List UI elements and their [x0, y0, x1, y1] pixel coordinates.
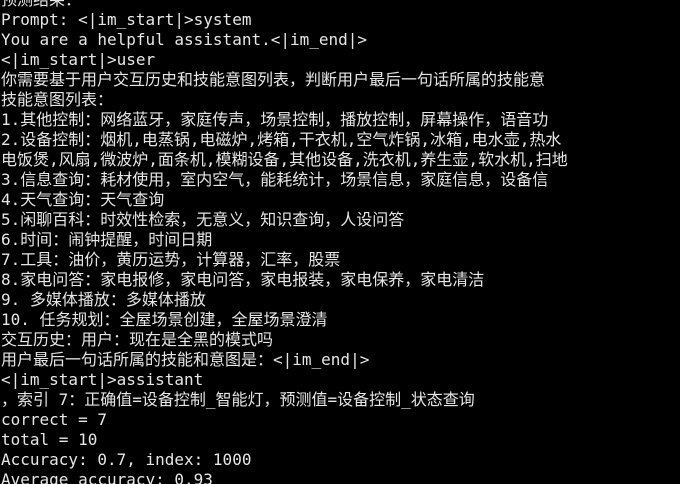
terminal-line: 8.家电问答：家电报修，家电问答，家电报装，家电保养，家电清洁 — [1, 270, 485, 289]
terminal-line: correct = 7 — [1, 410, 107, 429]
terminal-line: Average accuracy: 0.93 — [1, 470, 213, 484]
terminal-line: 7.工具：油价，黄历运势，计算器，汇率，股票 — [1, 250, 341, 269]
terminal-line: 预测结果： — [0, 0, 680, 10]
terminal-line: 技能意图列表： — [1, 90, 114, 109]
terminal-line: Accuracy: 0.7, index: 1000 — [1, 450, 252, 469]
terminal-line: 4.天气查询：天气查询 — [1, 190, 165, 209]
terminal-line: 5.闲聊百科：时效性检索，无意义，知识查询，人设问答 — [1, 210, 405, 229]
terminal-output: 预测结果： Prompt: <|im_start|>system You are… — [0, 0, 680, 484]
terminal-line: total = 10 — [1, 430, 98, 449]
terminal-line: 交互历史：用户：现在是全黑的模式吗 — [1, 330, 274, 349]
terminal-line: <|im_start|>user — [1, 50, 156, 69]
terminal-line: <|im_start|>assistant — [1, 370, 204, 389]
terminal-line: 3.信息查询：耗材使用，室内空气，能耗统计，场景信息，家庭信息，设备信 — [1, 170, 549, 189]
terminal-line: 2.设备控制：烟机,电蒸锅,电磁炉,烤箱,干衣机,空气炸锅,冰箱,电水壶,热水 — [1, 130, 562, 149]
terminal-line: 6.时间：闹钟提醒，时间日期 — [1, 230, 213, 249]
terminal-line: 用户最后一句话所属的技能和意图是：<|im_end|> — [1, 350, 370, 369]
terminal-line: 10. 任务规划：全屋场景创建，全屋场景澄清 — [1, 310, 328, 329]
terminal-line: 你需要基于用户交互历史和技能意图列表，判断用户最后一句话所属的技能意 — [1, 70, 546, 89]
terminal-line: 电饭煲,风扇,微波炉,面条机,模糊设备,其他设备,洗衣机,养生壶,软水机,扫地 — [1, 150, 568, 169]
terminal-line: 9. 多媒体播放：多媒体播放 — [1, 290, 206, 309]
terminal-line: Prompt: <|im_start|>system — [1, 10, 252, 29]
terminal-line: You are a helpful assistant.<|im_end|> — [1, 30, 368, 49]
terminal-line: ，索引 7：正确值=设备控制_智能灯，预测值=设备控制_状态查询 — [1, 390, 475, 409]
terminal-line: 1.其他控制：网络蓝牙，家庭传声，场景控制，播放控制，屏幕操作，语音功 — [1, 110, 549, 129]
